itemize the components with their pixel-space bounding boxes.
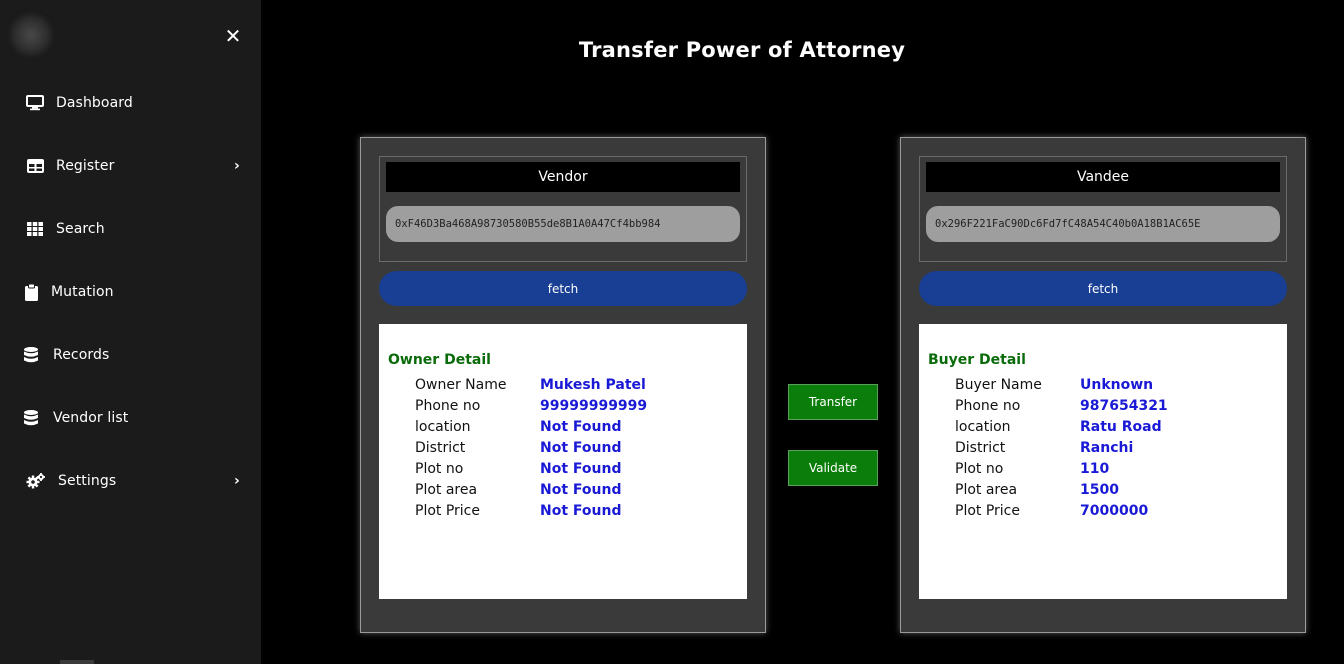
detail-row: Plot Price 7000000 <box>955 503 1285 524</box>
sidebar-item-label: Records <box>53 347 110 363</box>
detail-key: District <box>955 440 1006 456</box>
grid-icon <box>26 220 44 238</box>
owner-detail-title: Owner Detail <box>388 352 491 368</box>
detail-key: Plot Price <box>955 503 1020 519</box>
detail-key: location <box>415 419 471 435</box>
detail-row: District Ranchi <box>955 440 1285 461</box>
detail-value: Not Found <box>540 503 622 519</box>
gears-icon <box>26 472 46 490</box>
sidebar-item-label: Search <box>56 221 105 237</box>
sidebar-item-register[interactable]: Register › <box>0 146 261 186</box>
detail-value: Not Found <box>540 419 622 435</box>
sidebar-item-records[interactable]: Records <box>0 335 261 375</box>
detail-key: District <box>415 440 466 456</box>
detail-row: location Ratu Road <box>955 419 1285 440</box>
detail-value: 7000000 <box>1080 503 1149 519</box>
sidebar-item-settings[interactable]: Settings › <box>0 461 261 501</box>
sidebar-item-dashboard[interactable]: Dashboard <box>0 83 261 123</box>
vendor-address-box: Vendor 0xF46D3Ba468A98730580B55de8B1A0A4… <box>379 156 747 262</box>
detail-key: Owner Name <box>415 377 507 393</box>
detail-key: location <box>955 419 1011 435</box>
detail-row: Owner Name Mukesh Patel <box>415 377 745 398</box>
sidebar-item-vendor-list[interactable]: Vendor list <box>0 398 261 438</box>
detail-value: Not Found <box>540 461 622 477</box>
sidebar: ✕ Dashboard Register › Search Mutation R… <box>0 0 261 664</box>
table-icon <box>26 157 44 175</box>
detail-value: Mukesh Patel <box>540 377 646 393</box>
vandee-fetch-button[interactable]: fetch <box>919 271 1287 306</box>
detail-row: Plot area Not Found <box>415 482 745 503</box>
sidebar-item-label: Register <box>56 158 115 174</box>
vandee-address-box: Vandee 0x296F221FaC90Dc6Fd7fC48A54C40b0A… <box>919 156 1287 262</box>
sidebar-item-label: Mutation <box>51 284 114 300</box>
app-root: ✕ Dashboard Register › Search Mutation R… <box>0 0 1344 664</box>
detail-value: Not Found <box>540 440 622 456</box>
vandee-panel: Vandee 0x296F221FaC90Dc6Fd7fC48A54C40b0A… <box>900 137 1306 633</box>
horizontal-scrollbar[interactable] <box>60 660 94 664</box>
database-icon <box>22 409 40 427</box>
vendor-fetch-button[interactable]: fetch <box>379 271 747 306</box>
detail-row: Plot no 110 <box>955 461 1285 482</box>
detail-value: 987654321 <box>1080 398 1168 414</box>
detail-row: Plot area 1500 <box>955 482 1285 503</box>
buyer-detail-title: Buyer Detail <box>928 352 1026 368</box>
avatar[interactable] <box>10 14 52 56</box>
buyer-detail-card: Buyer Detail Buyer Name Unknown Phone no 9… <box>919 324 1287 599</box>
detail-row: District Not Found <box>415 440 745 461</box>
detail-key: Plot no <box>955 461 1004 477</box>
detail-value: Ratu Road <box>1080 419 1162 435</box>
detail-value: Not Found <box>540 482 622 498</box>
clipboard-icon <box>22 283 40 301</box>
validate-button[interactable]: Validate <box>788 450 878 486</box>
detail-row: Phone no 99999999999 <box>415 398 745 419</box>
page-title: Transfer Power of Attorney <box>578 38 906 62</box>
detail-key: Buyer Name <box>955 377 1042 393</box>
vendor-panel: Vendor 0xF46D3Ba468A98730580B55de8B1A0A4… <box>360 137 766 633</box>
detail-key: Plot area <box>955 482 1018 498</box>
detail-key: Plot no <box>415 461 464 477</box>
vandee-header: Vandee <box>926 162 1280 192</box>
owner-detail-card: Owner Detail Owner Name Mukesh Patel Phon… <box>379 324 747 599</box>
detail-row: location Not Found <box>415 419 745 440</box>
detail-value: 1500 <box>1080 482 1119 498</box>
sidebar-item-mutation[interactable]: Mutation <box>0 272 261 312</box>
detail-value: Unknown <box>1080 377 1154 393</box>
monitor-icon <box>26 94 44 112</box>
detail-value: Ranchi <box>1080 440 1134 456</box>
chevron-right-icon: › <box>234 473 240 489</box>
sidebar-item-label: Vendor list <box>53 410 129 426</box>
close-sidebar-button[interactable]: ✕ <box>222 24 244 48</box>
vandee-address-input[interactable]: 0x296F221FaC90Dc6Fd7fC48A54C40b0A18B1AC6… <box>926 206 1280 242</box>
database-icon <box>22 346 40 364</box>
close-icon: ✕ <box>224 24 242 48</box>
vendor-header: Vendor <box>386 162 740 192</box>
detail-row: Buyer Name Unknown <box>955 377 1285 398</box>
detail-row: Plot no Not Found <box>415 461 745 482</box>
detail-key: Phone no <box>955 398 1021 414</box>
sidebar-item-label: Dashboard <box>56 95 133 111</box>
sidebar-item-label: Settings <box>58 473 117 489</box>
detail-row: Plot Price Not Found <box>415 503 745 524</box>
chevron-right-icon: › <box>234 158 240 174</box>
detail-row: Phone no 987654321 <box>955 398 1285 419</box>
detail-value: 99999999999 <box>540 398 648 414</box>
sidebar-item-search[interactable]: Search <box>0 209 261 249</box>
transfer-button[interactable]: Transfer <box>788 384 878 420</box>
vendor-address-input[interactable]: 0xF46D3Ba468A98730580B55de8B1A0A47Cf4bb9… <box>386 206 740 242</box>
detail-key: Phone no <box>415 398 481 414</box>
detail-key: Plot area <box>415 482 478 498</box>
detail-value: 110 <box>1080 461 1110 477</box>
detail-key: Plot Price <box>415 503 480 519</box>
